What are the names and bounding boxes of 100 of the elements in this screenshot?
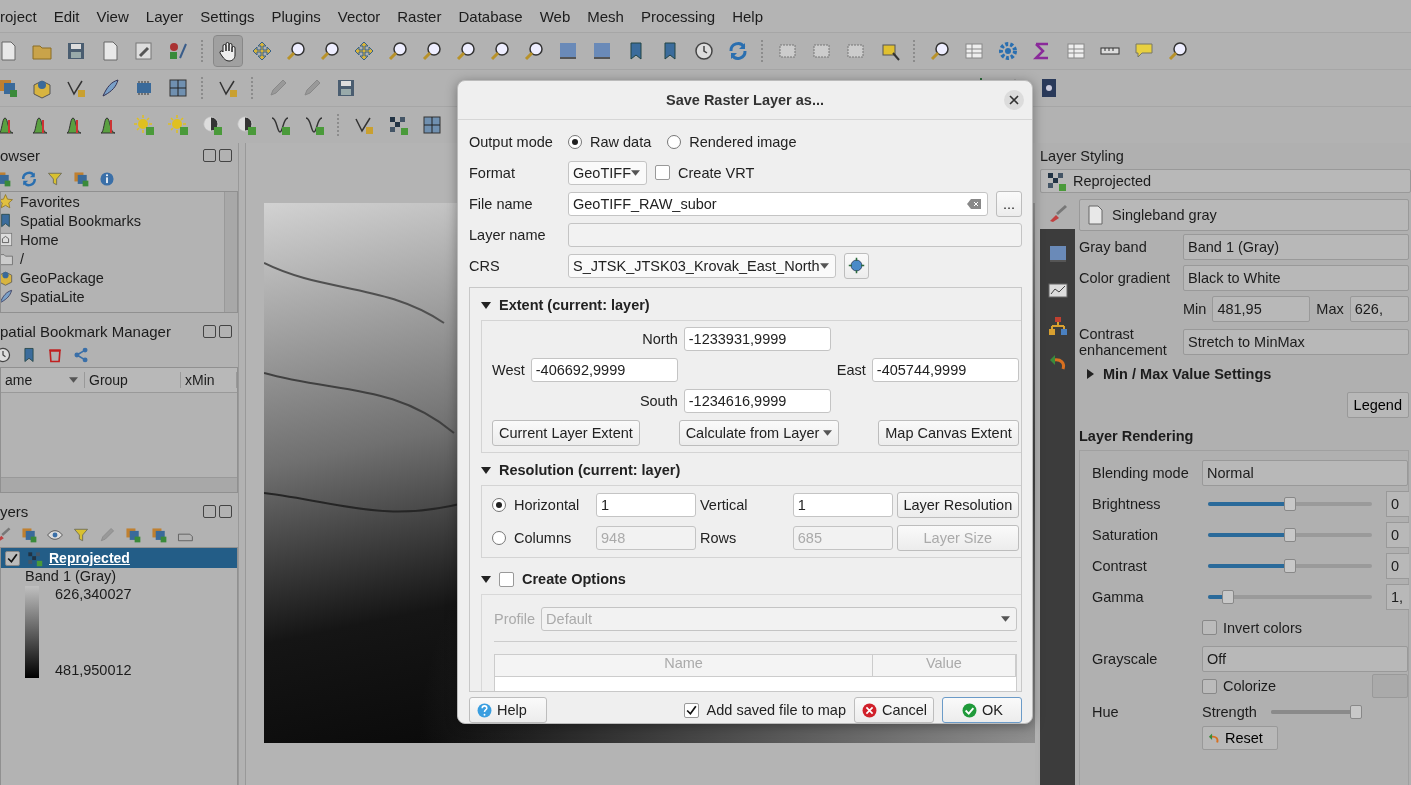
- close-button[interactable]: [1004, 90, 1024, 110]
- magnifier-icon[interactable]: [319, 40, 341, 62]
- half-circle-icon[interactable]: [235, 114, 257, 136]
- add-layer-icon[interactable]: [124, 526, 142, 544]
- checkbox[interactable]: [655, 165, 670, 180]
- help-button[interactable]: Help: [469, 697, 547, 723]
- grid-icon[interactable]: [167, 77, 189, 99]
- column-header[interactable]: ame: [1, 372, 85, 388]
- add-layer-icon[interactable]: [0, 77, 19, 99]
- menu-item[interactable]: Layer: [145, 7, 184, 25]
- tree-item[interactable]: Favorites: [20, 193, 80, 210]
- checkbox[interactable]: [499, 571, 514, 587]
- reset-button[interactable]: Reset: [1202, 726, 1278, 750]
- menu-item[interactable]: Web: [539, 7, 571, 25]
- format-dropdown[interactable]: GeoTIFF: [568, 160, 647, 185]
- number-field[interactable]: 0: [1386, 490, 1409, 517]
- number-field[interactable]: 0: [1386, 521, 1409, 548]
- sun-icon[interactable]: [167, 114, 189, 136]
- layer-button[interactable]: Layer Resolution: [896, 492, 1019, 518]
- magnifier-icon[interactable]: [455, 40, 477, 62]
- magnifier-icon[interactable]: [1167, 40, 1189, 62]
- radio-button[interactable]: [568, 134, 582, 149]
- magnifier-icon[interactable]: [523, 40, 545, 62]
- layer-name-field[interactable]: [568, 222, 1022, 247]
- expanded-triangle-icon[interactable]: [481, 574, 491, 584]
- extent-button[interactable]: Map Canvas Extent: [878, 420, 1019, 446]
- extent-button[interactable]: Calculate from Layer: [678, 420, 840, 446]
- refresh-icon[interactable]: [727, 40, 749, 62]
- menu-item[interactable]: Database: [458, 7, 523, 25]
- half-circle-icon[interactable]: [201, 114, 223, 136]
- text-field[interactable]: -1234616,9999: [683, 389, 831, 413]
- number-field[interactable]: 1,: [1386, 583, 1409, 610]
- hierarchy-icon[interactable]: [1046, 315, 1069, 337]
- document-icon[interactable]: [0, 40, 19, 62]
- checkerboard-icon[interactable]: [387, 114, 409, 136]
- tree-item[interactable]: SpatiaLite: [20, 288, 85, 305]
- add-layer-icon[interactable]: [72, 170, 90, 188]
- menu-item[interactable]: Settings: [200, 7, 255, 25]
- collapsed-triangle-icon[interactable]: [1085, 369, 1095, 379]
- layer-row[interactable]: Reprojected: [1, 548, 237, 568]
- hand-icon[interactable]: [217, 40, 239, 62]
- radio-button[interactable]: [667, 134, 682, 149]
- column-header[interactable]: Group: [85, 372, 181, 388]
- dropdown[interactable]: Stretch to MinMax: [1183, 329, 1409, 355]
- crs-dropdown[interactable]: S_JTSK_JTSK03_Krovak_East_North: [568, 253, 836, 278]
- tree-item[interactable]: /: [20, 250, 25, 267]
- dropdown[interactable]: Band 1 (Gray): [1183, 233, 1409, 260]
- tree-item[interactable]: GeoPackage: [20, 269, 104, 286]
- tree-item[interactable]: Spatial Bookmarks: [20, 212, 141, 229]
- refresh-icon[interactable]: [20, 170, 38, 188]
- expanded-triangle-icon[interactable]: [481, 300, 491, 310]
- table-icon[interactable]: [1065, 40, 1087, 62]
- magnifier-icon[interactable]: [387, 40, 409, 62]
- checkbox[interactable]: [683, 702, 699, 718]
- checkbox[interactable]: [1202, 620, 1217, 635]
- dropdown[interactable]: Black to White: [1183, 264, 1409, 291]
- filter-icon[interactable]: [46, 170, 64, 188]
- number-field[interactable]: 1: [792, 493, 893, 517]
- float-icon[interactable]: [203, 148, 216, 162]
- grid-icon[interactable]: [421, 114, 443, 136]
- filter-icon[interactable]: [72, 526, 90, 544]
- add-layer-icon[interactable]: [20, 526, 38, 544]
- curve-icon[interactable]: [303, 114, 325, 136]
- number-field[interactable]: 0: [1386, 552, 1409, 579]
- curve-icon[interactable]: [269, 114, 291, 136]
- menu-item[interactable]: Help: [732, 7, 763, 25]
- number-field[interactable]: 626,: [1349, 295, 1409, 322]
- text-field[interactable]: -405744,9999: [871, 358, 1019, 382]
- checkbox[interactable]: [5, 550, 20, 566]
- radio-button[interactable]: [492, 531, 506, 545]
- expanded-triangle-icon[interactable]: [481, 465, 491, 475]
- ok-button[interactable]: OK: [942, 697, 1022, 723]
- float-icon[interactable]: [203, 324, 216, 338]
- magnifier-icon[interactable]: [929, 40, 951, 62]
- checkbox[interactable]: [1202, 678, 1217, 694]
- dropdown[interactable]: Normal: [1202, 459, 1408, 486]
- move-arrows-icon[interactable]: [353, 40, 375, 62]
- menu-item[interactable]: Vector: [337, 7, 381, 25]
- crs-select-button[interactable]: [843, 252, 869, 279]
- clear-icon[interactable]: [966, 198, 981, 209]
- info-icon[interactable]: [98, 170, 116, 188]
- menu-item[interactable]: Plugins: [271, 7, 321, 25]
- menu-item[interactable]: Edit: [53, 7, 80, 25]
- menu-item[interactable]: View: [96, 7, 129, 25]
- feather-icon[interactable]: [99, 77, 121, 99]
- magnifier-icon[interactable]: [421, 40, 443, 62]
- number-field[interactable]: 1: [596, 493, 696, 517]
- float-icon[interactable]: [203, 504, 216, 518]
- scrollbar[interactable]: [1, 477, 237, 492]
- table-icon[interactable]: [963, 40, 985, 62]
- magnifier-icon[interactable]: [285, 40, 307, 62]
- legend-button[interactable]: Legend: [1346, 392, 1409, 418]
- clock-icon[interactable]: [693, 40, 715, 62]
- browse-button[interactable]: ...: [995, 190, 1022, 217]
- layer-dropdown[interactable]: Reprojected: [1040, 169, 1411, 193]
- close-icon[interactable]: [219, 324, 232, 338]
- share-icon[interactable]: [72, 346, 90, 364]
- tree-item[interactable]: Home: [20, 231, 59, 248]
- close-icon[interactable]: [219, 148, 232, 162]
- radio-button[interactable]: [492, 498, 506, 512]
